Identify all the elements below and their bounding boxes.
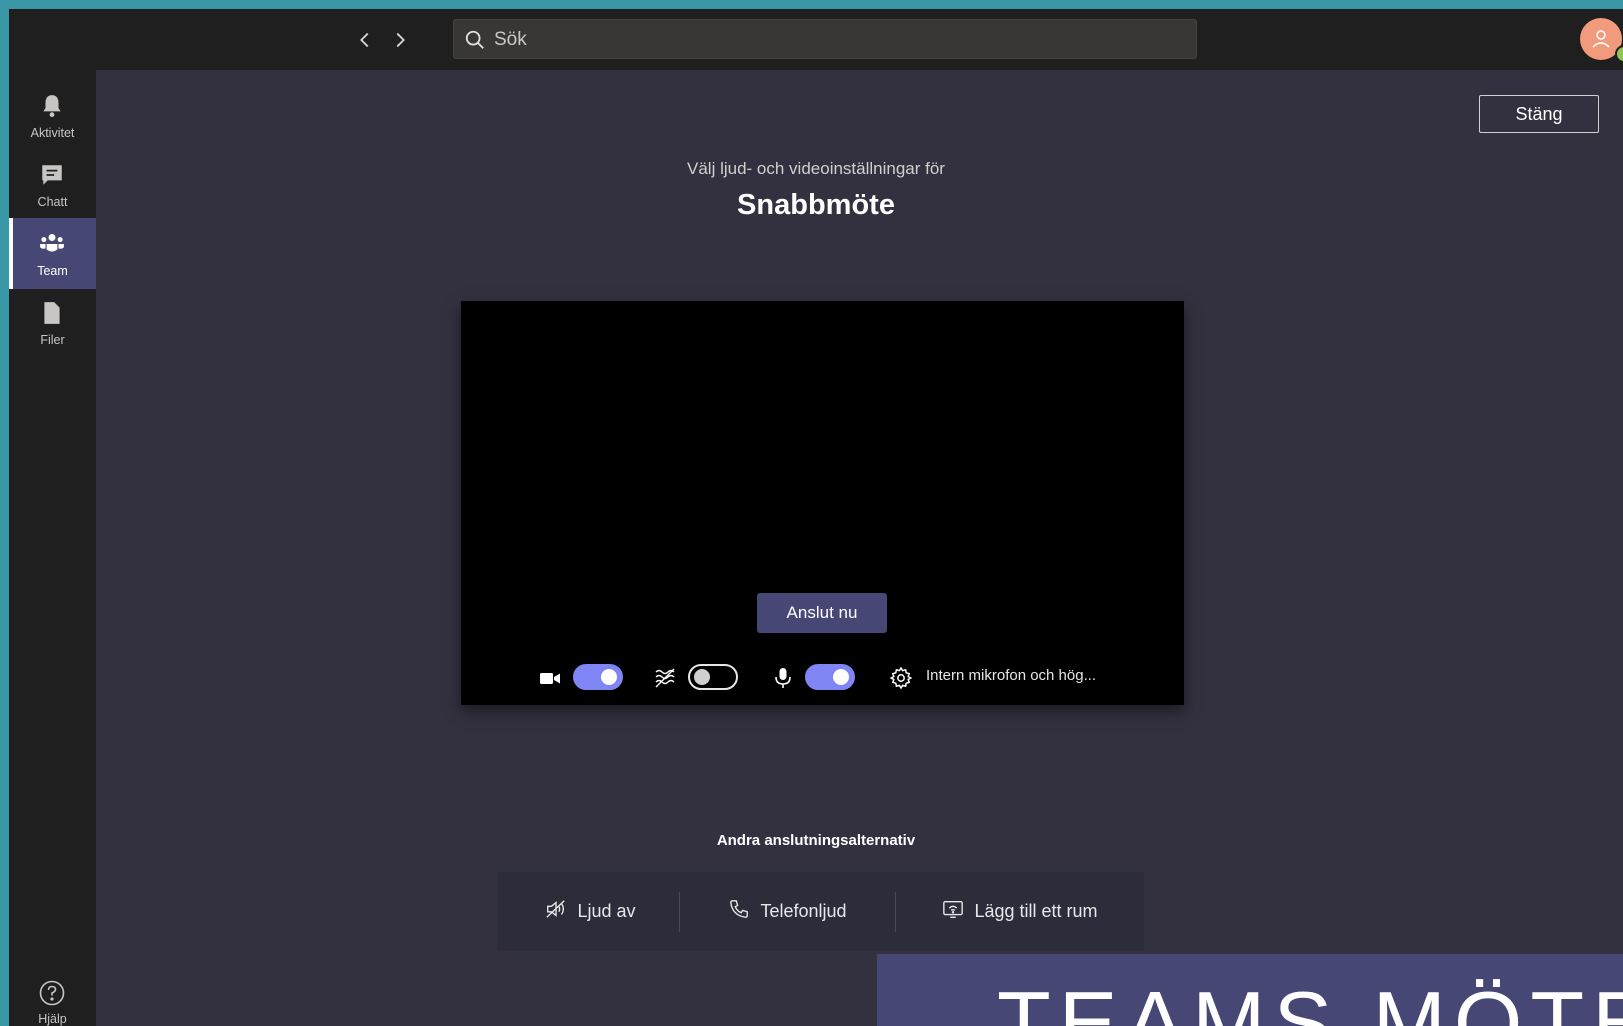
search-icon xyxy=(464,29,486,51)
sidebar-item-filer[interactable]: Filer xyxy=(9,287,96,358)
close-button[interactable]: Stäng xyxy=(1479,95,1599,133)
search-input[interactable] xyxy=(492,20,1186,60)
teams-window: Aktivitet Chatt Team Filer Hjälp xyxy=(9,9,1623,1026)
banner-text: TEAMS MÖTE xyxy=(997,973,1623,1026)
overlay-banner: TEAMS MÖTE xyxy=(877,954,1623,1026)
bell-icon xyxy=(39,93,65,119)
sidebar-item-help[interactable]: Hjälp xyxy=(9,968,96,1026)
page-title: Snabbmöte xyxy=(737,189,895,221)
search-box[interactable] xyxy=(453,19,1197,60)
microphone-icon xyxy=(771,666,795,690)
team-icon xyxy=(39,231,65,257)
sidebar-item-label: Team xyxy=(37,264,68,278)
back-arrow-icon[interactable] xyxy=(354,29,376,51)
room-cast-icon xyxy=(942,898,964,925)
help-label: Hjälp xyxy=(38,1012,67,1026)
meeting-subtitle: Välj ljud- och videoinställningar för xyxy=(687,159,945,178)
add-room-option[interactable]: Lägg till ett rum xyxy=(896,872,1144,951)
help-icon xyxy=(39,980,65,1006)
speaker-off-icon xyxy=(545,898,567,925)
video-preview: Anslut nu Intern mikrofon och hög... xyxy=(461,301,1184,705)
user-icon xyxy=(1592,30,1610,48)
sidebar-item-label: Filer xyxy=(40,333,65,347)
audio-off-label: Ljud av xyxy=(577,901,636,921)
other-join-options: Ljud av Telefonljud Lägg till ett rum xyxy=(498,872,1144,951)
add-room-label: Lägg till ett rum xyxy=(974,901,1098,921)
background-blur-icon xyxy=(653,666,677,690)
join-now-button[interactable]: Anslut nu xyxy=(757,593,887,633)
presence-available-badge xyxy=(1615,45,1623,63)
background-blur-toggle[interactable] xyxy=(688,664,738,690)
microphone-toggle[interactable] xyxy=(805,664,855,690)
phone-icon xyxy=(728,898,750,925)
audio-device-label[interactable]: Intern mikrofon och hög... xyxy=(926,667,1096,684)
title-bar xyxy=(9,9,1623,70)
device-settings-icon[interactable] xyxy=(889,666,913,690)
phone-audio-option[interactable]: Telefonljud xyxy=(680,872,895,951)
sidebar-item-label: Aktivitet xyxy=(30,126,75,140)
camera-icon xyxy=(538,666,562,690)
forward-arrow-icon[interactable] xyxy=(389,29,411,51)
file-icon xyxy=(39,300,65,326)
sidebar-item-team[interactable]: Team xyxy=(9,218,96,289)
camera-toggle[interactable] xyxy=(573,664,623,690)
other-join-options-title: Andra anslutningsalternativ xyxy=(716,832,916,849)
audio-off-option[interactable]: Ljud av xyxy=(498,872,683,951)
phone-audio-label: Telefonljud xyxy=(760,901,847,921)
sidebar-item-aktivitet[interactable]: Aktivitet xyxy=(9,80,96,151)
